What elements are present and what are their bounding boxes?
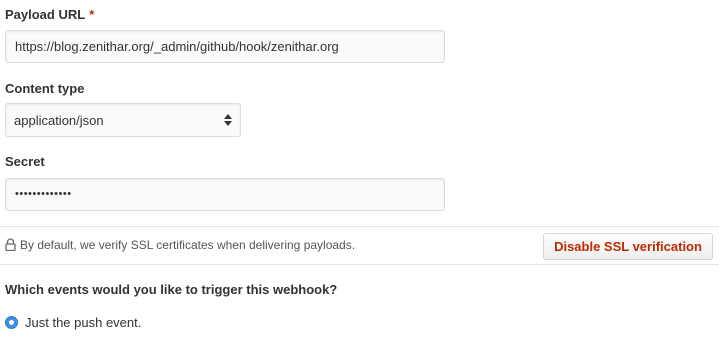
payload-url-label: Payload URL *	[5, 7, 94, 22]
select-arrows-icon	[224, 113, 232, 127]
secret-label: Secret	[5, 154, 45, 169]
disable-ssl-button[interactable]: Disable SSL verification	[543, 233, 713, 260]
webhook-form: Payload URL* Content type application/js…	[0, 0, 719, 337]
content-type-selected-value: application/json	[14, 112, 104, 128]
push-event-radio[interactable]	[5, 316, 18, 329]
payload-url-input[interactable]	[5, 30, 445, 63]
events-question: Which events would you like to trigger t…	[5, 282, 338, 297]
secret-masked-value: •••••••••••••	[15, 188, 72, 200]
push-event-option[interactable]: Just the push event.	[5, 315, 141, 330]
lock-icon	[5, 238, 16, 251]
payload-url-label-text: Payload URL	[5, 7, 86, 22]
push-event-label: Just the push event.	[25, 315, 142, 330]
content-type-select[interactable]: application/json	[5, 103, 241, 137]
secret-input[interactable]: •••••••••••••	[5, 178, 445, 211]
required-mark: *	[89, 7, 95, 22]
radio-selected-dot	[9, 320, 14, 325]
ssl-verification-row: By default, we verify SSL certificates w…	[0, 226, 719, 265]
ssl-note: By default, we verify SSL certificates w…	[20, 238, 356, 252]
content-type-label: Content type	[5, 81, 85, 96]
